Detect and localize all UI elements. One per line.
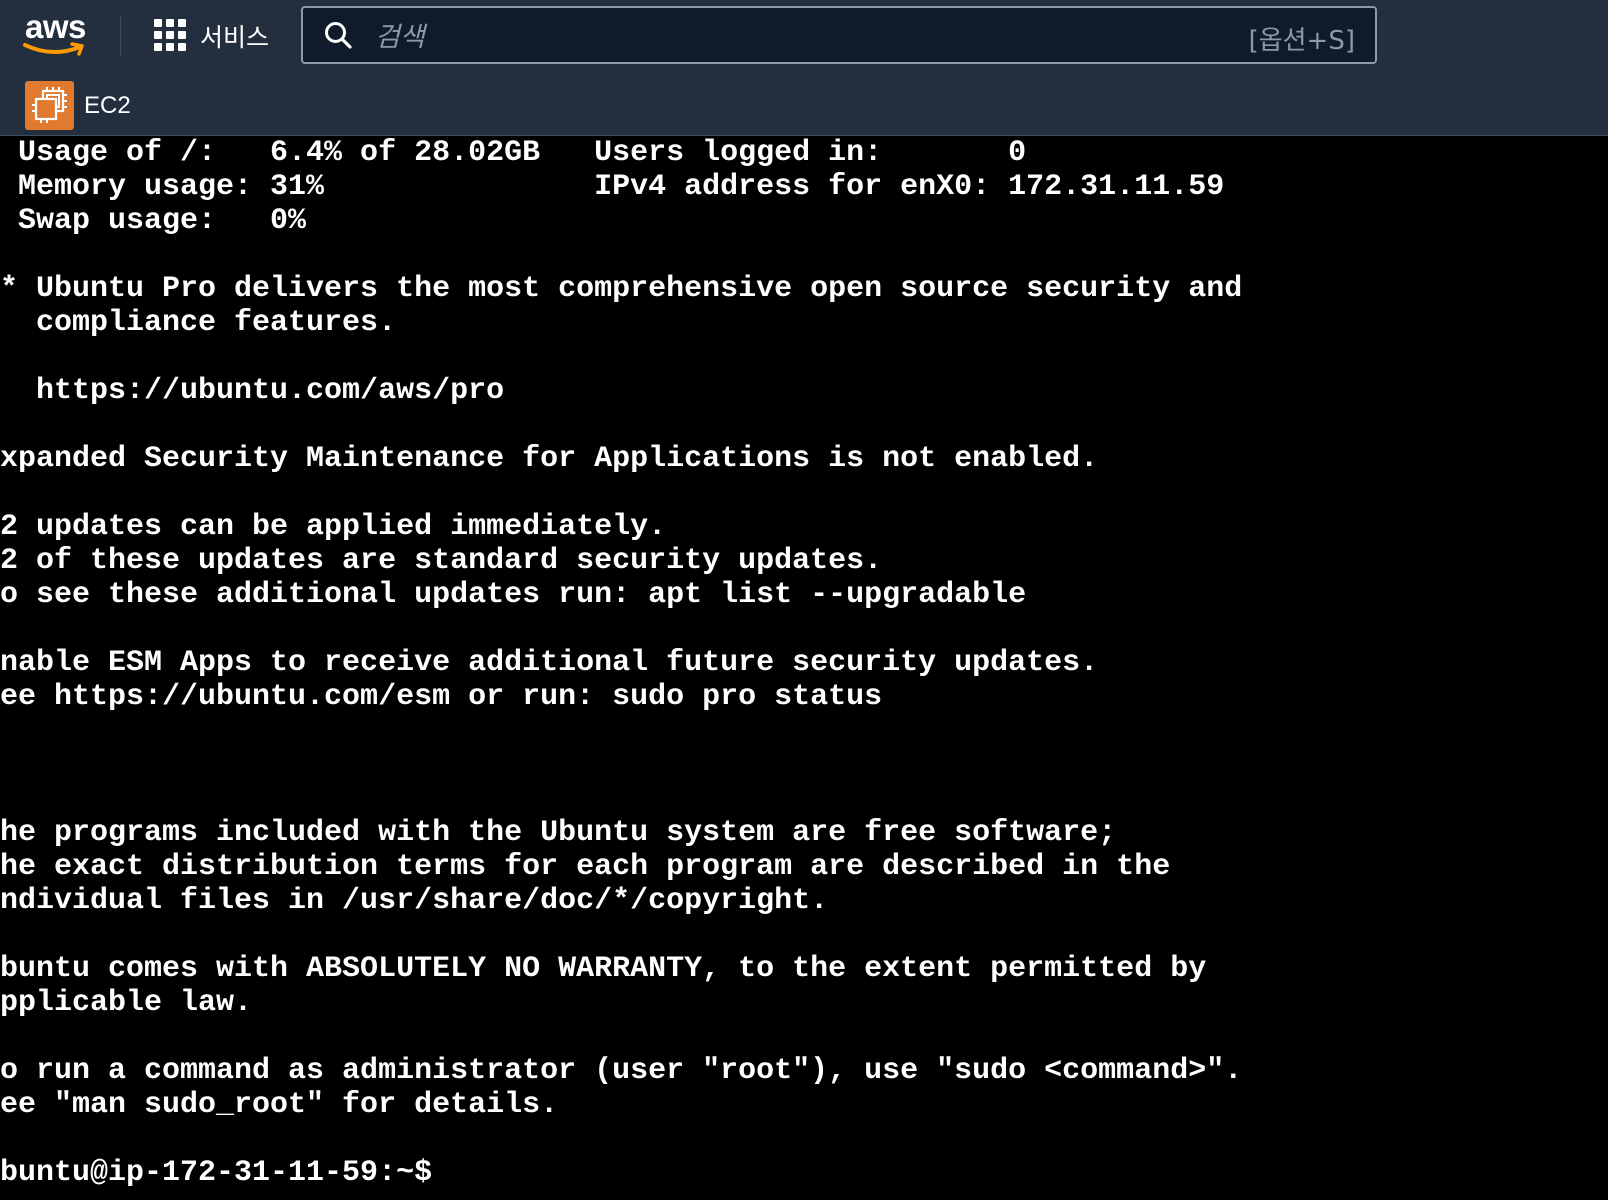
aws-smile-icon: [23, 42, 84, 56]
search-bar[interactable]: [옵션+S]: [301, 6, 1377, 64]
terminal-line: Usage of /: 6.4% of 28.02GB Users logged…: [0, 136, 1027, 170]
terminal-line: Enable ESM Apps to receive additional fu…: [0, 646, 1099, 680]
terminal-line: compliance features.: [0, 306, 397, 340]
terminal-line: To run a command as administrator (user …: [0, 1054, 1243, 1088]
header-divider: [120, 16, 121, 56]
terminal-output: Usage of /: 6.4% of 28.02GB Users logged…: [0, 136, 1242, 1190]
terminal-line: the exact distribution terms for each pr…: [0, 850, 1171, 884]
terminal-prompt[interactable]: ubuntu@ip-172-31-11-59:~$: [0, 1156, 1242, 1190]
aws-top-nav: aws 서비스 [옵션+S]: [0, 0, 1608, 72]
search-input[interactable]: [373, 16, 1197, 58]
terminal-line: Memory usage: 31% IPv4 address for enX0:…: [0, 170, 1225, 204]
grid-menu-icon: [154, 19, 188, 53]
services-label: 서비스: [200, 23, 270, 52]
service-bar: EC2: [0, 72, 1608, 136]
ec2-service-icon[interactable]: [25, 81, 74, 130]
terminal-line: The programs included with the Ubuntu sy…: [0, 816, 1117, 850]
search-shortcut-hint: [옵션+S]: [1248, 26, 1355, 56]
terminal-line: individual files in /usr/share/doc/*/cop…: [0, 884, 829, 918]
chip-icon: [32, 87, 67, 123]
terminal-line: To see these additional updates run: apt…: [0, 578, 1027, 612]
terminal-line: applicable law.: [0, 986, 253, 1020]
terminal-window[interactable]: Usage of /: 6.4% of 28.02GB Users logged…: [0, 136, 1608, 1200]
terminal-line: 12 of these updates are standard securit…: [0, 544, 883, 578]
aws-logo-text: aws: [25, 8, 86, 45]
terminal-line: Swap usage: 0%: [0, 204, 307, 238]
terminal-line: Ubuntu comes with ABSOLUTELY NO WARRANTY…: [0, 952, 1207, 986]
terminal-line: https://ubuntu.com/aws/pro: [0, 374, 505, 408]
terminal-line: 12 updates can be applied immediately.: [0, 510, 667, 544]
aws-logo[interactable]: aws: [22, 10, 92, 58]
ec2-service-link[interactable]: EC2: [84, 92, 131, 120]
terminal-line: See "man sudo_root" for details.: [0, 1088, 559, 1122]
search-icon: [325, 22, 352, 49]
terminal-line: Expanded Security Maintenance for Applic…: [0, 442, 1099, 476]
terminal-line: * Ubuntu Pro delivers the most comprehen…: [0, 272, 1243, 306]
terminal-line: See https://ubuntu.com/esm or run: sudo …: [0, 680, 883, 714]
services-menu-button[interactable]: 서비스: [154, 18, 269, 54]
